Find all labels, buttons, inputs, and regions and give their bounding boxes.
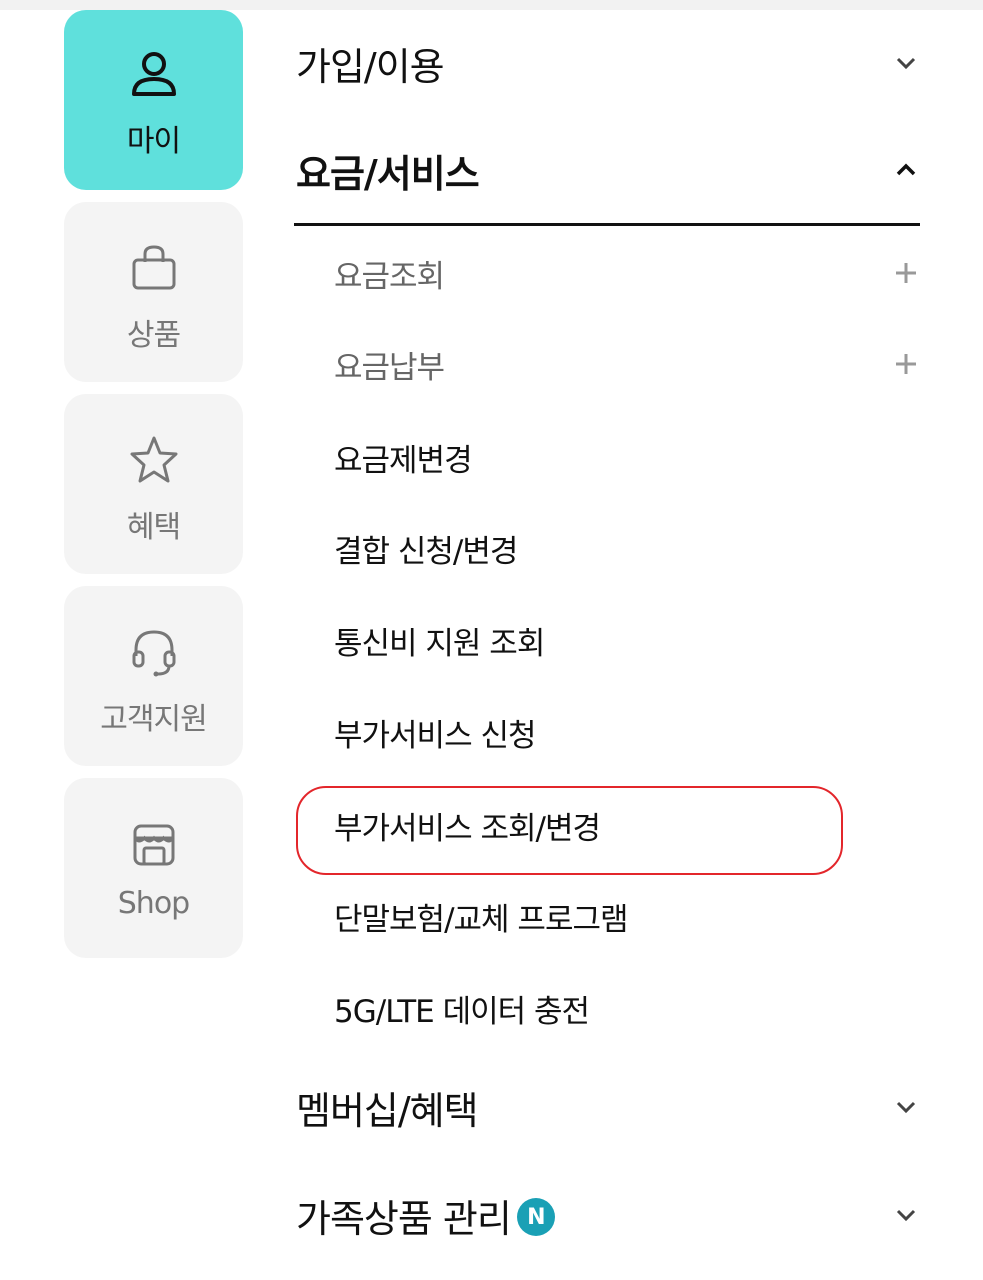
sidebar-item-label: 고객지원 bbox=[100, 702, 207, 737]
store-icon bbox=[126, 816, 182, 872]
submenu-item-label: 부가서비스 신청 bbox=[334, 717, 536, 754]
submenu-item-telecom-support[interactable]: 통신비 지원 조회 bbox=[296, 617, 920, 663]
submenu-item-data-recharge[interactable]: 5G/LTE 데이터 충전 bbox=[296, 985, 920, 1031]
menu-section-title: 가입/이용 bbox=[296, 44, 445, 89]
menu-section-billing-service[interactable]: 요금/서비스 bbox=[296, 142, 920, 198]
submenu-item-label: 요금조회 bbox=[334, 258, 445, 295]
sidebar-item-shop[interactable]: Shop bbox=[64, 778, 243, 958]
menu-section-title: 요금/서비스 bbox=[296, 151, 480, 196]
submenu-item-label: 요금납부 bbox=[334, 349, 445, 386]
chevron-down-icon bbox=[892, 49, 920, 77]
submenu-item-label: 단말보험/교체 프로그램 bbox=[334, 901, 628, 938]
submenu-item-device-insurance[interactable]: 단말보험/교체 프로그램 bbox=[296, 893, 920, 939]
sidebar-item-label: Shop bbox=[117, 886, 190, 921]
menu-section-family[interactable]: 가족상품 관리 N bbox=[296, 1187, 920, 1243]
menu-section-membership[interactable]: 멤버십/혜택 bbox=[296, 1080, 920, 1134]
plus-icon bbox=[892, 350, 920, 378]
top-bar bbox=[0, 0, 983, 10]
submenu-item-label: 통신비 지원 조회 bbox=[334, 625, 545, 662]
submenu-item-bundle[interactable]: 결합 신청/변경 bbox=[296, 525, 920, 571]
sidebar-item-support[interactable]: 고객지원 bbox=[64, 586, 243, 766]
submenu-item-addon-inquiry[interactable]: 부가서비스 조회/변경 bbox=[296, 802, 920, 848]
sidebar-item-my[interactable]: 마이 bbox=[64, 10, 243, 190]
submenu-item-plan-change[interactable]: 요금제변경 bbox=[296, 434, 920, 480]
shopping-bag-icon bbox=[126, 240, 182, 296]
submenu-item-label: 부가서비스 조회/변경 bbox=[334, 810, 601, 847]
sidebar-item-benefits[interactable]: 혜택 bbox=[64, 394, 243, 574]
new-badge: N bbox=[516, 1198, 555, 1236]
chevron-down-icon bbox=[892, 1093, 920, 1121]
submenu-item-bill-payment[interactable]: 요금납부 bbox=[296, 341, 920, 387]
sidebar-item-products[interactable]: 상품 bbox=[64, 202, 243, 382]
section-divider bbox=[294, 223, 920, 226]
menu-section-title-wrap: 가족상품 관리 N bbox=[296, 1188, 555, 1243]
star-icon bbox=[126, 432, 182, 488]
sidebar-item-label: 혜택 bbox=[126, 510, 181, 545]
submenu-item-label: 5G/LTE 데이터 충전 bbox=[334, 993, 590, 1030]
person-icon bbox=[126, 46, 182, 102]
plus-icon bbox=[892, 259, 920, 287]
submenu-item-label: 결합 신청/변경 bbox=[334, 533, 518, 570]
sidebar-item-label: 마이 bbox=[126, 124, 181, 159]
sidebar-item-label: 상품 bbox=[126, 318, 181, 353]
headset-icon bbox=[126, 624, 182, 680]
menu-section-title: 가족상품 관리 bbox=[296, 1196, 512, 1241]
submenu-item-bill-inquiry[interactable]: 요금조회 bbox=[296, 250, 920, 296]
menu-section-join-use[interactable]: 가입/이용 bbox=[296, 36, 920, 90]
chevron-up-icon bbox=[892, 156, 920, 184]
chevron-down-icon bbox=[892, 1201, 920, 1229]
menu-section-title: 멤버십/혜택 bbox=[296, 1088, 479, 1133]
submenu-item-addon-apply[interactable]: 부가서비스 신청 bbox=[296, 709, 920, 755]
submenu-item-label: 요금제변경 bbox=[334, 442, 473, 479]
